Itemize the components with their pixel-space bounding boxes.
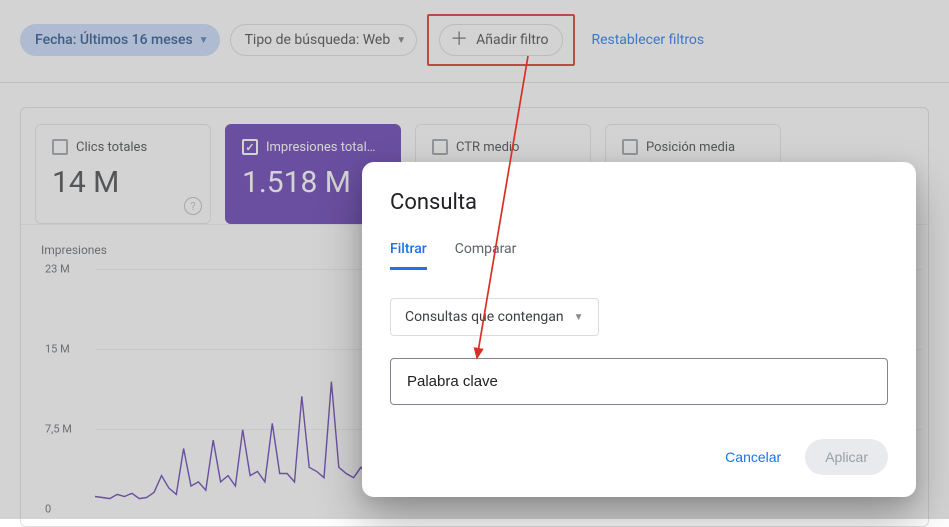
cancel-button[interactable]: Cancelar (709, 439, 797, 475)
chevron-down-icon: ▼ (574, 312, 584, 323)
apply-button[interactable]: Aplicar (805, 439, 888, 475)
dialog-actions: Cancelar Aplicar (390, 439, 888, 475)
keyword-input[interactable] (390, 358, 888, 405)
query-filter-dialog: Consulta Filtrar Comparar Consultas que … (362, 162, 916, 497)
dialog-title: Consulta (390, 190, 888, 215)
tab-compare[interactable]: Comparar (455, 241, 517, 270)
dialog-tabs: Filtrar Comparar (390, 241, 888, 270)
query-match-select[interactable]: Consultas que contengan ▼ (390, 298, 599, 336)
tab-filter[interactable]: Filtrar (390, 241, 427, 270)
select-label: Consultas que contengan (405, 309, 564, 325)
